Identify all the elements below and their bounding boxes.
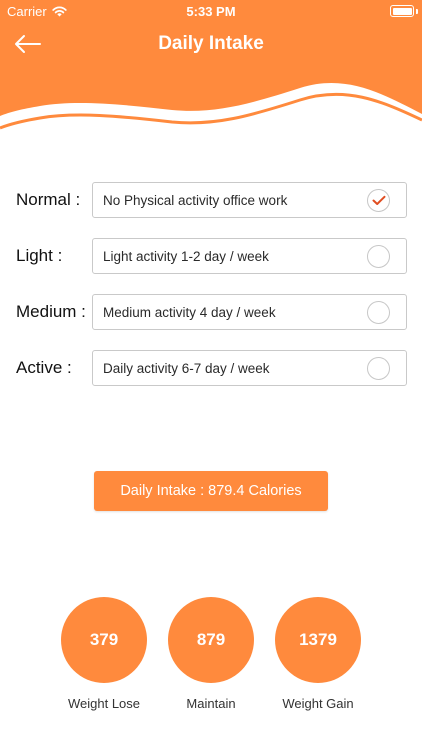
battery-level bbox=[392, 7, 412, 15]
activity-description: Light activity 1-2 day / week bbox=[103, 249, 269, 264]
activity-description: No Physical activity office work bbox=[103, 193, 288, 208]
goal-weight-gain[interactable]: 1379 Weight Gain bbox=[263, 597, 373, 727]
radio-unselected[interactable] bbox=[367, 245, 390, 268]
goal-label: Maintain bbox=[186, 696, 236, 711]
goal-value: 1379 bbox=[275, 597, 361, 683]
activity-row-normal: Normal : No Physical activity office wor… bbox=[16, 182, 408, 218]
activity-row-active: Active : Daily activity 6-7 day / week bbox=[16, 350, 408, 386]
activity-option-medium[interactable]: Medium activity 4 day / week bbox=[92, 294, 407, 330]
page-title: Daily Intake bbox=[158, 33, 264, 54]
radio-unselected[interactable] bbox=[367, 301, 390, 324]
activity-label: Normal : bbox=[16, 190, 81, 209]
activity-description: Daily activity 6-7 day / week bbox=[103, 361, 270, 376]
goal-label: Weight Lose bbox=[67, 696, 141, 711]
activity-option-normal[interactable]: No Physical activity office work bbox=[92, 182, 407, 218]
battery-cap bbox=[416, 9, 418, 14]
activity-row-light: Light : Light activity 1-2 day / week bbox=[16, 238, 408, 274]
goal-value: 379 bbox=[61, 597, 147, 683]
status-bar: Carrier 5:33 PM bbox=[0, 0, 422, 22]
header: Carrier 5:33 PM Daily Intake bbox=[0, 0, 422, 140]
goal-value: 879 bbox=[168, 597, 254, 683]
activity-description: Medium activity 4 day / week bbox=[103, 305, 276, 320]
activity-option-active[interactable]: Daily activity 6-7 day / week bbox=[92, 350, 407, 386]
radio-selected[interactable] bbox=[367, 189, 390, 212]
daily-intake-button[interactable]: Daily Intake : 879.4 Calories bbox=[94, 471, 328, 511]
activity-row-medium: Medium : Medium activity 4 day / week bbox=[16, 294, 408, 330]
checkmark-icon bbox=[372, 195, 385, 205]
goal-weight-lose[interactable]: 379 Weight Lose bbox=[49, 597, 159, 727]
activity-label: Light : bbox=[16, 246, 63, 265]
radio-unselected[interactable] bbox=[367, 357, 390, 380]
goal-maintain[interactable]: 879 Maintain bbox=[156, 597, 266, 727]
activity-label: Active : bbox=[16, 358, 72, 377]
activity-label: Medium : bbox=[16, 302, 86, 321]
activity-option-light[interactable]: Light activity 1-2 day / week bbox=[92, 238, 407, 274]
status-time: 5:33 PM bbox=[186, 4, 236, 19]
battery-icon bbox=[390, 5, 414, 17]
goal-label: Weight Gain bbox=[282, 696, 354, 711]
